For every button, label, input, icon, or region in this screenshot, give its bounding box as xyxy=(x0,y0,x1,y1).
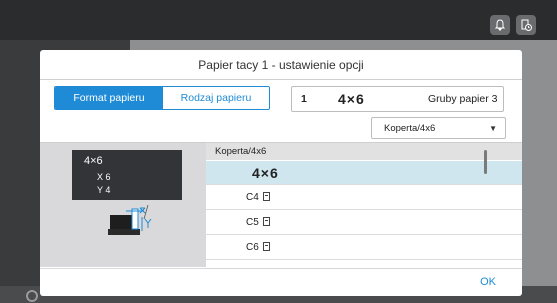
list-header: Koperta/4x6 xyxy=(206,143,522,160)
tray-summary: 1 4×6 Gruby papier 3 xyxy=(291,86,504,112)
paper-size-value: 4×6 xyxy=(338,91,365,107)
y-dimension: Y 4 xyxy=(97,185,111,195)
paper-size-select[interactable]: Koperta/4x6 ▼ xyxy=(371,117,506,139)
dialog-footer: OK xyxy=(40,268,522,296)
list-item-label: C4 xyxy=(246,192,259,203)
list-item[interactable]: C4 xyxy=(206,186,522,210)
paper-type-value: Gruby papier 3 xyxy=(428,93,498,105)
list-item-label: C5 xyxy=(246,217,259,228)
tray-number: 1 xyxy=(301,93,307,105)
list-item-label: C6 xyxy=(246,242,259,253)
tab-group: Format papieru Rodzaj papieru xyxy=(54,86,270,110)
paper-size-list: Koperta/4x6 4×6 C4 C5 C6 xyxy=(206,143,522,267)
size-label: 4×6 xyxy=(84,155,103,167)
gear-icon xyxy=(26,290,38,302)
size-illustration-panel: 4×6 X 6 Y 4 xyxy=(40,143,206,267)
bell-icon[interactable] xyxy=(490,15,510,35)
list-scrollbar[interactable] xyxy=(484,150,487,174)
chevron-down-icon: ▼ xyxy=(489,124,497,133)
ok-button[interactable]: OK xyxy=(480,276,496,288)
dialog-title: Papier tacy 1 - ustawienie opcji xyxy=(40,50,522,80)
list-item-label: 4×6 xyxy=(252,164,279,181)
envelope-icon xyxy=(262,242,270,251)
list-item[interactable]: 4×6 xyxy=(206,161,522,185)
select-value: Koperta/4x6 xyxy=(384,122,436,134)
list-item[interactable]: C6 xyxy=(206,236,522,260)
top-bar xyxy=(0,0,557,40)
tab-paper-format[interactable]: Format papieru xyxy=(55,87,163,109)
tab-paper-type[interactable]: Rodzaj papieru xyxy=(163,87,269,109)
envelope-icon xyxy=(262,217,270,226)
envelope-icon xyxy=(262,192,270,201)
timer-icon[interactable] xyxy=(516,15,536,35)
size-info-box: 4×6 X 6 Y 4 xyxy=(72,150,182,200)
x-dimension: X 6 xyxy=(97,172,111,182)
tray-diagram-icon xyxy=(108,205,152,235)
paper-options-dialog: Papier tacy 1 - ustawienie opcji Format … xyxy=(40,50,522,296)
list-item[interactable]: C5 xyxy=(206,211,522,235)
